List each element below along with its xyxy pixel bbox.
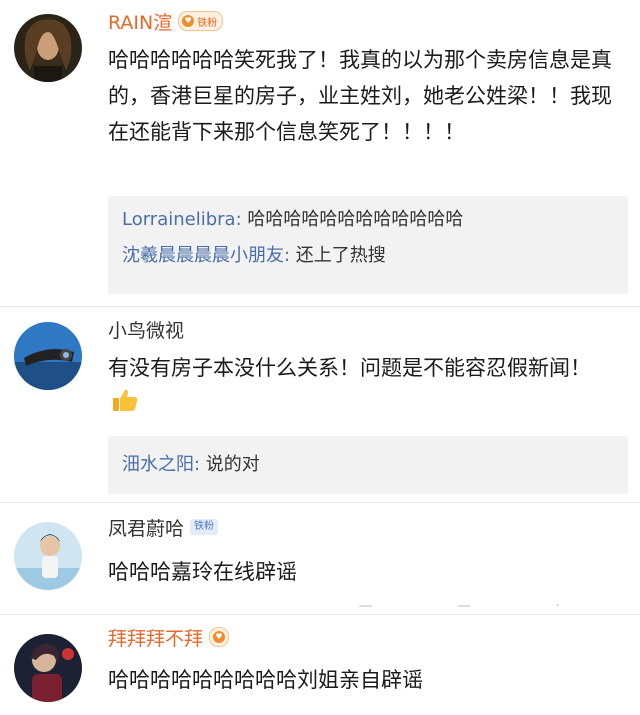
username[interactable]: RAIN渲 xyxy=(108,8,172,35)
reply-username[interactable]: 沺水之阳 xyxy=(122,454,194,475)
comment-text: 有没有房子本没什么关系！问题是不能容忍假新闻！ xyxy=(108,350,616,423)
thumbs-up-icon xyxy=(112,387,138,423)
divider xyxy=(0,502,640,503)
divider xyxy=(0,306,640,307)
fan-badge-icon: ♥ xyxy=(182,15,195,27)
fan-badge-icon: ♥ xyxy=(213,631,226,643)
reply-item[interactable]: Lorrainelibra: 哈哈哈哈哈哈哈哈哈哈哈哈 xyxy=(122,202,614,238)
username[interactable]: 拜拜拜不拜 xyxy=(108,624,203,651)
more-icon[interactable]: — — · xyxy=(359,598,600,614)
username[interactable]: 凤君蔚哈 xyxy=(108,514,184,541)
fan-badge: ♥ xyxy=(209,627,230,647)
divider xyxy=(0,614,640,615)
comment-header: 拜拜拜不拜 ♥ xyxy=(108,624,230,651)
fan-badge: ♥ 铁粉 xyxy=(178,11,224,31)
reply-text: 还上了热搜 xyxy=(295,245,386,266)
comment-header: RAIN渲 ♥ 铁粉 xyxy=(108,8,224,35)
reply-username[interactable]: 沈羲晨晨晨晨小朋友 xyxy=(122,245,284,266)
reply-text: 哈哈哈哈哈哈哈哈哈哈哈哈 xyxy=(247,209,464,230)
avatar[interactable] xyxy=(14,322,82,390)
comment-text: 哈哈哈嘉玲在线辟谣 xyxy=(108,560,297,584)
comment-header: 凤君蔚哈 铁粉 xyxy=(108,514,219,541)
reply-username[interactable]: Lorrainelibra xyxy=(122,209,236,230)
reply-text: 说的对 xyxy=(205,454,260,475)
avatar[interactable] xyxy=(14,14,82,82)
fan-badge-label: 铁粉 xyxy=(197,17,218,29)
comment-text: 哈哈哈哈哈哈哈哈哈刘姐亲自辟谣 xyxy=(108,668,423,692)
reply-item[interactable]: 沈羲晨晨晨晨小朋友: 还上了热搜 xyxy=(122,238,614,274)
comment-text: 哈哈哈哈哈哈笑死我了！我真的以为那个卖房信息是真的，香港巨星的房子，业主姓刘，她… xyxy=(108,48,612,144)
comment-header: 小鸟微视 xyxy=(108,316,184,342)
reply-item[interactable]: 沺水之阳: 说的对 xyxy=(122,442,614,488)
reply-box[interactable]: Lorrainelibra: 哈哈哈哈哈哈哈哈哈哈哈哈 沈羲晨晨晨晨小朋友: 还… xyxy=(108,196,628,294)
avatar[interactable] xyxy=(14,522,82,590)
username[interactable]: 小鸟微视 xyxy=(108,316,184,343)
fan-badge: 铁粉 xyxy=(190,519,219,535)
reply-box[interactable]: 沺水之阳: 说的对 xyxy=(108,436,628,494)
avatar[interactable] xyxy=(14,634,82,702)
